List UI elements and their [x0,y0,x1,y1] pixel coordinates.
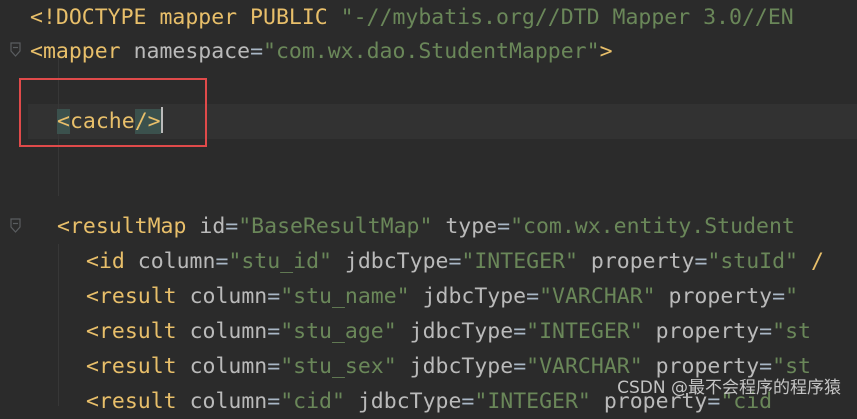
code-token: column [189,354,268,379]
code-token: column [189,319,268,344]
fold-marker-icon[interactable] [10,218,21,233]
watermark: CSDN @最不会程序的程序猿 [617,378,841,398]
code-token: <result [86,354,190,379]
code-token: "com.wx.entity.Student [510,214,795,239]
code-token: "stu_sex" [280,354,410,379]
highlight-box [19,78,207,147]
code-token: column [189,389,268,414]
code-token: = [772,284,786,309]
code-line-result-age[interactable]: <result column="stu_age" jdbcType="INTEG… [86,314,811,349]
code-token: jdbcType [357,389,462,414]
code-token: <resultMap [57,214,200,239]
code-token: "stu_age" [280,319,410,344]
code-token: = [694,249,708,274]
code-token: = [267,389,281,414]
code-token: "-//mybatis.org//DTD Mapper 3.0//EN [340,5,794,30]
code-token: <mapper [30,39,134,64]
code-token: column [189,284,268,309]
code-token: property [590,249,695,274]
code-line-resultmap-open[interactable]: <resultMap id="BaseResultMap" type="com.… [57,209,795,244]
code-token: > [599,39,613,64]
code-token: "stuId" [707,249,811,274]
code-token: = [461,389,475,414]
editor-gutter [0,0,28,406]
code-token: <id [86,249,138,274]
code-token: " [785,284,799,309]
code-token: "BaseResultMap" [238,214,446,239]
code-token: = [267,319,281,344]
code-token: "INTEGER" [474,389,604,414]
code-token: <result [86,319,190,344]
code-token: property [655,319,760,344]
code-token: "INTEGER" [526,319,656,344]
code-token: = [526,284,540,309]
code-token: = [513,319,527,344]
code-token: = [513,354,527,379]
code-token: type [445,214,498,239]
code-token: column [137,249,216,274]
code-token: jdbcType [409,354,514,379]
code-token: <!DOCTYPE mapper PUBLIC [30,5,341,30]
fold-marker-icon[interactable] [10,42,21,57]
code-token: = [497,214,511,239]
code-token: "cid" [280,389,358,414]
code-token: "VARCHAR" [539,284,669,309]
code-line-mapper-open[interactable]: <mapper namespace="com.wx.dao.StudentMap… [30,34,613,69]
code-token: namespace [133,39,251,64]
indent-guide [58,244,59,406]
code-line-result-name[interactable]: <result column="stu_name" jdbcType="VARC… [86,279,798,314]
code-token: = [250,39,264,64]
code-token: jdbcType [409,319,514,344]
code-token: "com.wx.dao.StudentMapper" [263,39,600,64]
code-token: / [810,249,824,274]
code-line-doctype[interactable]: <!DOCTYPE mapper PUBLIC "-//mybatis.org/… [30,0,794,35]
code-token: = [267,354,281,379]
code-token: "INTEGER" [461,249,591,274]
code-token: <result [86,389,190,414]
code-token: = [215,249,229,274]
code-token: = [448,249,462,274]
code-token: jdbcType [344,249,449,274]
code-token: = [267,284,281,309]
code-token: <result [86,284,190,309]
code-token: "stu_name" [280,284,423,309]
code-token: = [759,319,773,344]
code-token: property [668,284,773,309]
code-line-id-tag[interactable]: <id column="stu_id" jdbcType="INTEGER" p… [86,244,824,279]
code-token: "stu_id" [228,249,345,274]
code-token: id [199,214,226,239]
code-token: jdbcType [422,284,527,309]
code-token: "st [772,319,811,344]
code-token: = [225,214,239,239]
